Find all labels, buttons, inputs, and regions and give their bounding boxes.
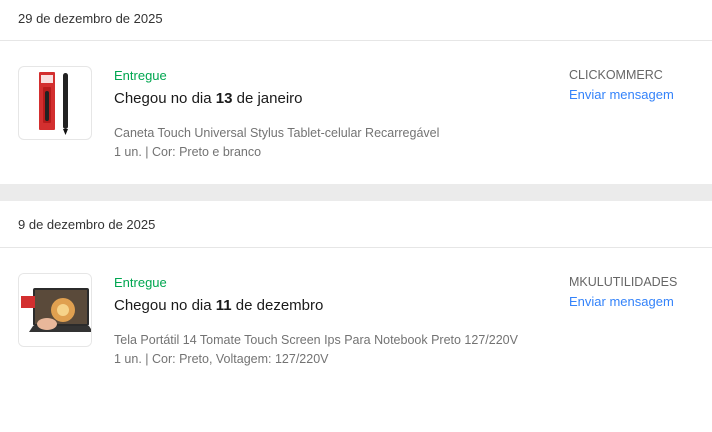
portable-monitor-product-image [19,274,91,346]
product-title[interactable]: Tela Portátil 14 Tomate Touch Screen Ips… [114,333,544,347]
delivery-headline: Chegou no dia 13 de janeiro [114,90,303,107]
seller-name: MKULUTILIDADES [569,275,678,289]
stylus-pen-product-image [39,72,68,135]
delivery-status: Entregue [114,68,167,83]
delivery-status: Entregue [114,275,167,290]
order-row[interactable]: Entregue Chegou no dia 13 de janeiro Can… [0,41,712,181]
product-thumbnail[interactable] [18,66,92,140]
delivery-headline: Chegou no dia 11 de dezembro [114,297,324,314]
order-date: 9 de dezembro de 2025 [0,201,712,248]
send-message-link[interactable]: Enviar mensagem [569,294,674,309]
order-row[interactable]: Entregue Chegou no dia 11 de dezembro Te… [0,248,712,388]
product-title[interactable]: Caneta Touch Universal Stylus Tablet-cel… [114,126,544,140]
product-variant: 1 un. | Cor: Preto, Voltagem: 127/220V [114,352,329,366]
seller-name: CLICKOMMERC [569,68,663,82]
order-date: 29 de dezembro de 2025 [0,0,712,41]
send-message-link[interactable]: Enviar mensagem [569,87,674,102]
order-card: 9 de dezembro de 2025 Entregue Chegou no… [0,201,712,432]
product-variant: 1 un. | Cor: Preto e branco [114,145,262,159]
order-card: 29 de dezembro de 2025 Entregue Chegou n… [0,0,712,184]
product-thumbnail[interactable] [18,273,92,347]
